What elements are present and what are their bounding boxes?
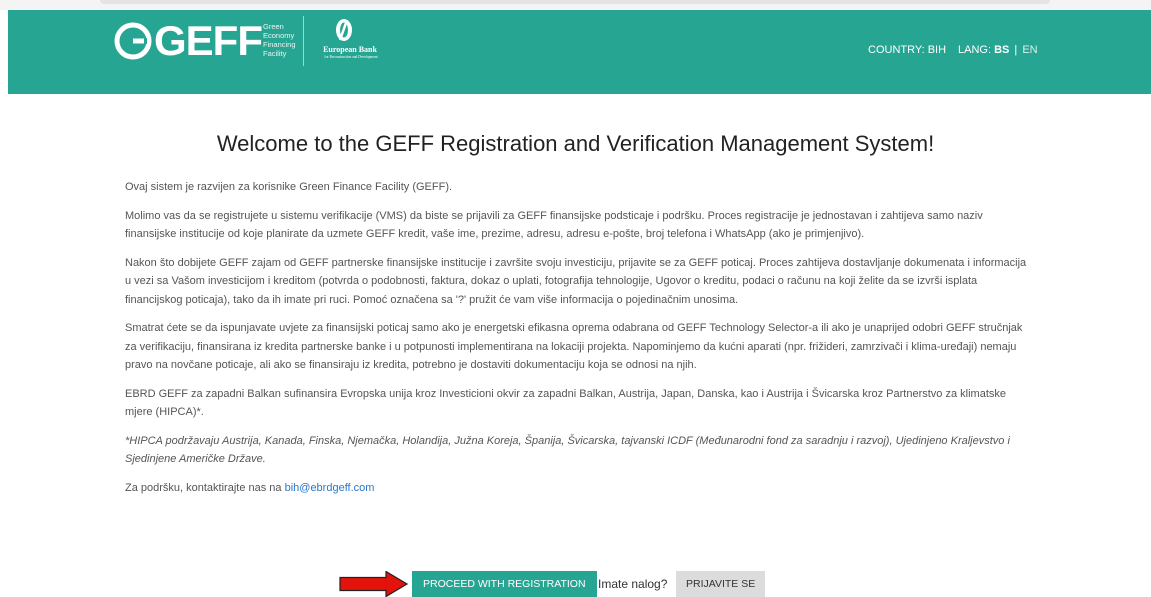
brand-sub-line: Economy (263, 31, 295, 40)
intro-paragraph: Ovaj sistem je razvijen za korisnike Gre… (125, 181, 453, 193)
ebrd-emblem-icon (336, 19, 352, 41)
brand-sub-line: Facility (263, 49, 287, 58)
intro-text: Ovaj sistem je razvijen za korisnike Gre… (125, 178, 1033, 507)
login-button[interactable]: PRIJAVITE SE (676, 571, 766, 597)
language-selector: LANG: BS | EN (958, 44, 1038, 56)
support-email-link[interactable]: bih@ebrdgeff.com (285, 482, 375, 494)
country-selector[interactable]: COUNTRY: BIH (868, 44, 946, 56)
incentive-paragraph: Nakon što dobijete GEFF zajam od GEFF pa… (125, 256, 1027, 306)
page-title: Welcome to the GEFF Registration and Ver… (216, 131, 935, 156)
eligibility-paragraph: Smatrat ćete se da ispunjavate uvjete za… (125, 322, 1023, 371)
funding-paragraph: EBRD GEFF za zapadni Balkan sufinansira … (125, 387, 1006, 419)
geff-g-icon (114, 22, 152, 60)
lang-prefix: LANG: (958, 44, 992, 56)
red-arrow-icon (339, 571, 409, 597)
lang-bs-link[interactable]: BS (994, 44, 1009, 56)
proceed-registration-button[interactable]: PROCEED WITH REGISTRATION (412, 571, 597, 597)
brand-sub-line: Green (263, 22, 284, 31)
lang-en-link[interactable]: EN (1022, 44, 1037, 56)
hipca-note: *HIPCA podržavaju Austrija, Kanada, Fins… (125, 434, 1010, 466)
have-account-label: Imate nalog? (598, 577, 668, 591)
brand-sub-line: Financing (263, 40, 296, 49)
brand-name[interactable]: GEFF (154, 17, 263, 65)
registration-actions: PROCEED WITH REGISTRATION Imate nalog? P… (0, 571, 1151, 597)
registration-paragraph: Molimo vas da se registrujete u sistemu … (125, 209, 983, 241)
ebrd-name: European Bank (323, 45, 377, 54)
top-bar-edge (100, 0, 1050, 4)
support-text: Za podršku, kontaktirajte nas na (125, 481, 285, 494)
lang-separator: | (1014, 44, 1018, 56)
browser-top-strip (0, 0, 1151, 10)
ebrd-subtitle: for Reconstruction and Development (324, 55, 378, 59)
support-line: Za podršku, kontaktirajte nas na bih@ebr… (125, 479, 1033, 498)
brand-subtitle: Green Economy Financing Facility (263, 22, 296, 58)
